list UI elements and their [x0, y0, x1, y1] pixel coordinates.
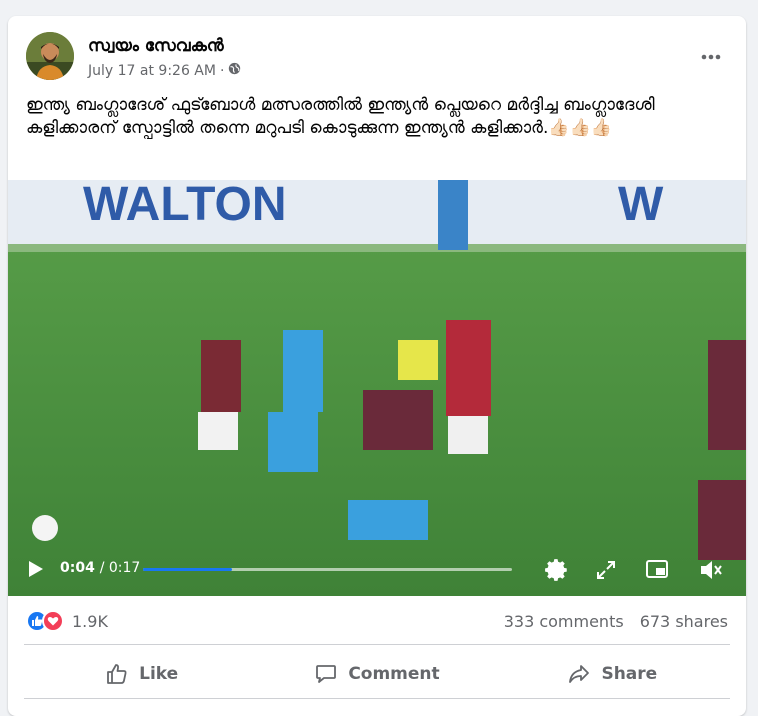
globe-icon — [228, 62, 241, 79]
thumbs-up-icon — [107, 664, 127, 684]
post-text: ഇന്ത്യ ബംഗ്ലാദേശ് ഫുട്ബോൾ മത്സരത്തിൽ ഇന്… — [26, 95, 655, 138]
progress-fill — [143, 568, 232, 571]
duration: / 0:17 — [99, 560, 141, 576]
shares-count-link[interactable]: 673 shares — [640, 612, 728, 631]
comment-label: Comment — [348, 664, 440, 684]
comment-button[interactable]: Comment — [259, 652, 494, 696]
reaction-count: 1.9K — [72, 611, 108, 631]
play-icon — [29, 561, 43, 577]
video-frame: WALTON W — [8, 180, 746, 596]
picture-in-picture-icon — [646, 560, 668, 578]
settings-button[interactable] — [544, 557, 570, 587]
fullscreen-button[interactable] — [595, 559, 617, 585]
more-options-button[interactable] — [696, 42, 726, 72]
post-card: സ്വയം സേവകൻ July 17 at 9:26 AM · ഇന്ത്യ … — [8, 16, 746, 716]
divider — [24, 644, 730, 645]
share-button[interactable]: Share — [495, 652, 730, 696]
current-time: 0:04 — [60, 560, 95, 576]
banner-text: WALTON — [83, 180, 287, 231]
video-player[interactable]: WALTON W 0:04 / 0:17 — [8, 180, 746, 596]
author-avatar[interactable] — [26, 32, 74, 80]
share-label: Share — [601, 664, 658, 684]
svg-text:W: W — [618, 180, 664, 231]
mute-button[interactable] — [698, 557, 724, 587]
divider-bottom — [24, 698, 730, 699]
volume-muted-icon — [701, 561, 722, 579]
post-header: സ്വയം സേവകൻ July 17 at 9:26 AM · — [26, 32, 730, 82]
meta-separator: · — [219, 62, 225, 79]
comment-bubble-icon — [316, 665, 337, 683]
post-stats: 1.9K 333 comments 673 shares — [26, 608, 728, 638]
play-button[interactable] — [24, 558, 46, 584]
ellipsis-icon — [701, 54, 721, 60]
video-controls: 0:04 / 0:17 — [8, 544, 746, 596]
engagement-counts: 333 comments 673 shares — [504, 612, 728, 631]
love-reaction-icon — [42, 610, 64, 632]
post-meta: July 17 at 9:26 AM · — [88, 62, 241, 79]
miniplayer-button[interactable] — [644, 557, 670, 587]
comments-count-link[interactable]: 333 comments — [504, 612, 624, 631]
expand-icon — [597, 561, 615, 579]
reactions-summary[interactable]: 1.9K — [26, 610, 108, 632]
author-name[interactable]: സ്വയം സേവകൻ — [88, 36, 224, 56]
like-button[interactable]: Like — [24, 652, 259, 696]
gear-icon — [545, 559, 567, 581]
like-label: Like — [139, 664, 179, 684]
share-arrow-icon — [569, 665, 590, 683]
progress-bar[interactable] — [143, 568, 512, 571]
post-timestamp[interactable]: July 17 at 9:26 AM — [88, 63, 216, 79]
action-bar: Like Comment Share — [24, 652, 730, 696]
time-display: 0:04 / 0:17 — [60, 560, 140, 576]
